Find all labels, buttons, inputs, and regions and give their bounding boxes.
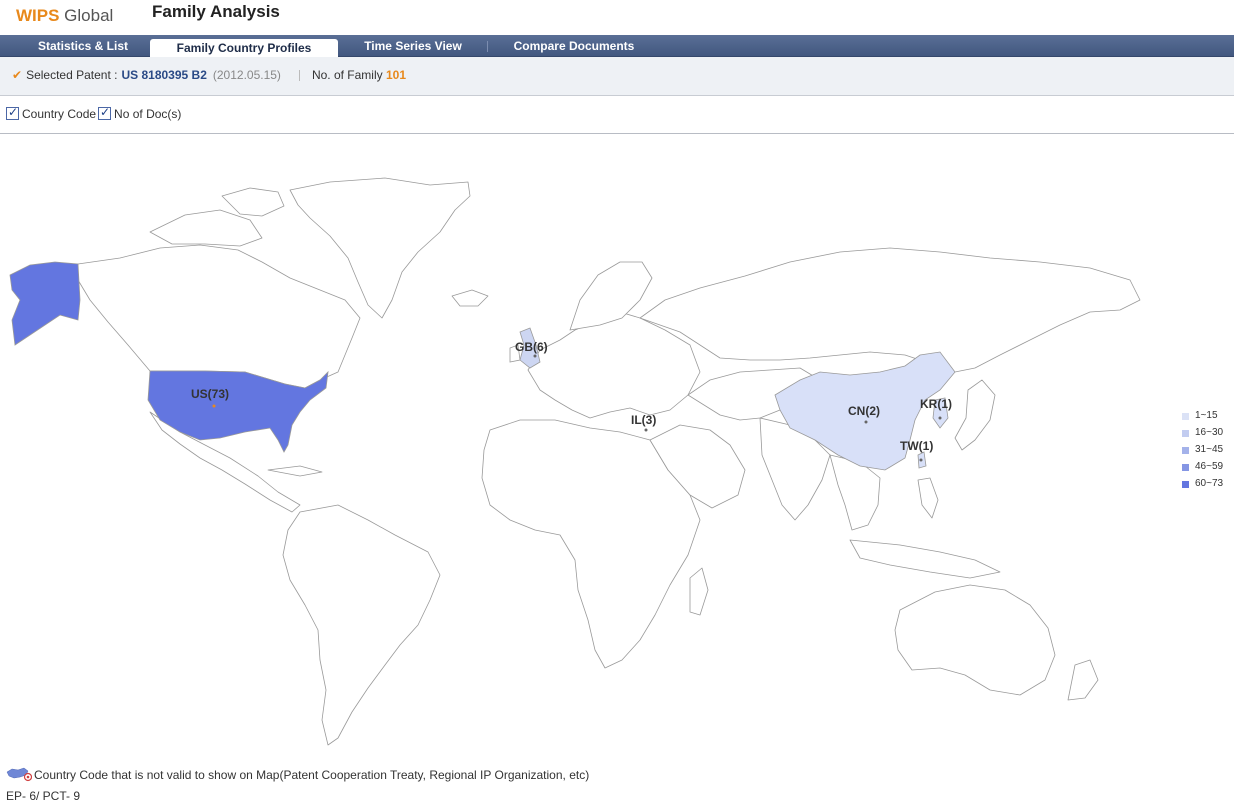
legend-swatch bbox=[1182, 464, 1189, 471]
tab-compare-documents[interactable]: Compare Documents bbox=[500, 35, 648, 57]
il-marker bbox=[644, 428, 648, 432]
country-australia bbox=[894, 584, 1056, 696]
legend-label: 46~59 bbox=[1195, 461, 1224, 472]
country-canada-islands bbox=[149, 209, 263, 247]
label-gb: GB(6) bbox=[515, 340, 548, 354]
gb-marker bbox=[533, 354, 537, 358]
country-cuba bbox=[267, 465, 323, 477]
patent-number[interactable]: US 8180395 B2 bbox=[121, 68, 206, 82]
invalid-country-icon bbox=[6, 767, 32, 782]
map-options: Country Code No of Doc(s) bbox=[6, 105, 183, 121]
country-indonesia bbox=[849, 539, 1001, 579]
ep-pct-counts: EP- 6/ PCT- 9 bbox=[6, 789, 81, 803]
legend-label: 31~45 bbox=[1195, 444, 1224, 455]
label-il: IL(3) bbox=[631, 413, 656, 427]
tab-bar: Statistics & List Family Country Profile… bbox=[0, 35, 1234, 58]
country-code-label: Country Code bbox=[22, 107, 97, 121]
legend-swatch bbox=[1182, 447, 1189, 454]
country-alaska bbox=[9, 261, 81, 346]
country-philippines bbox=[917, 477, 939, 519]
logo-ips: IPS bbox=[32, 6, 60, 25]
page-title: Family Analysis bbox=[152, 2, 280, 21]
logo-w: W bbox=[16, 6, 33, 25]
num-docs-checkbox[interactable] bbox=[98, 105, 112, 120]
divider bbox=[298, 70, 300, 82]
legend-swatch bbox=[1182, 413, 1189, 420]
selected-patent-bar: ✔ Selected Patent : US 8180395 B2 (2012.05.… bbox=[0, 57, 1234, 96]
country-south-america bbox=[282, 504, 441, 746]
patent-date: (2012.05.15) bbox=[212, 68, 281, 82]
map-footnote: Country Code that is not valid to show o… bbox=[6, 766, 589, 782]
tw-marker bbox=[919, 458, 923, 462]
tab-statistics-list[interactable]: Statistics & List bbox=[22, 35, 144, 57]
country-canada-islands-2 bbox=[221, 187, 285, 217]
wips-global-logo[interactable]: WIPS Global bbox=[16, 6, 113, 26]
world-map[interactable]: US(73) GB(6) IL(3) CN(2) KR(1) TW(1) bbox=[0, 140, 1234, 760]
app-header: WIPS Global Family Analysis bbox=[0, 0, 1234, 35]
country-iceland bbox=[451, 289, 489, 307]
num-docs-label: No of Doc(s) bbox=[114, 107, 182, 121]
us-marker bbox=[212, 404, 216, 408]
footnote-text: Country Code that is not valid to show o… bbox=[34, 768, 590, 782]
tab-family-country-profiles[interactable]: Family Country Profiles bbox=[150, 39, 338, 58]
legend-label: 60~73 bbox=[1195, 478, 1224, 489]
country-new-zealand bbox=[1067, 659, 1099, 701]
divider bbox=[0, 133, 1234, 134]
legend-label: 16~30 bbox=[1195, 427, 1224, 438]
legend-swatch bbox=[1182, 430, 1189, 437]
family-label: No. of Family bbox=[311, 68, 383, 82]
label-cn: CN(2) bbox=[848, 404, 880, 418]
legend-label: 1~15 bbox=[1195, 410, 1218, 421]
legend-swatch bbox=[1182, 481, 1189, 488]
tab-time-series-view[interactable]: Time Series View bbox=[352, 35, 474, 57]
label-tw: TW(1) bbox=[900, 439, 933, 453]
country-canada bbox=[77, 244, 361, 389]
country-russia bbox=[639, 247, 1141, 373]
label-us: US(73) bbox=[191, 387, 229, 401]
selected-patent-label: Selected Patent : bbox=[26, 68, 118, 82]
label-kr: KR(1) bbox=[920, 397, 952, 411]
country-madagascar bbox=[689, 567, 709, 616]
kr-marker bbox=[938, 416, 942, 420]
tab-separator bbox=[487, 41, 488, 52]
family-count: 101 bbox=[385, 68, 406, 82]
logo-global: Global bbox=[59, 6, 114, 25]
country-code-checkbox[interactable] bbox=[6, 105, 19, 120]
cn-marker bbox=[864, 420, 868, 424]
checkmark-icon: ✔ bbox=[12, 68, 23, 82]
country-japan bbox=[954, 379, 996, 451]
